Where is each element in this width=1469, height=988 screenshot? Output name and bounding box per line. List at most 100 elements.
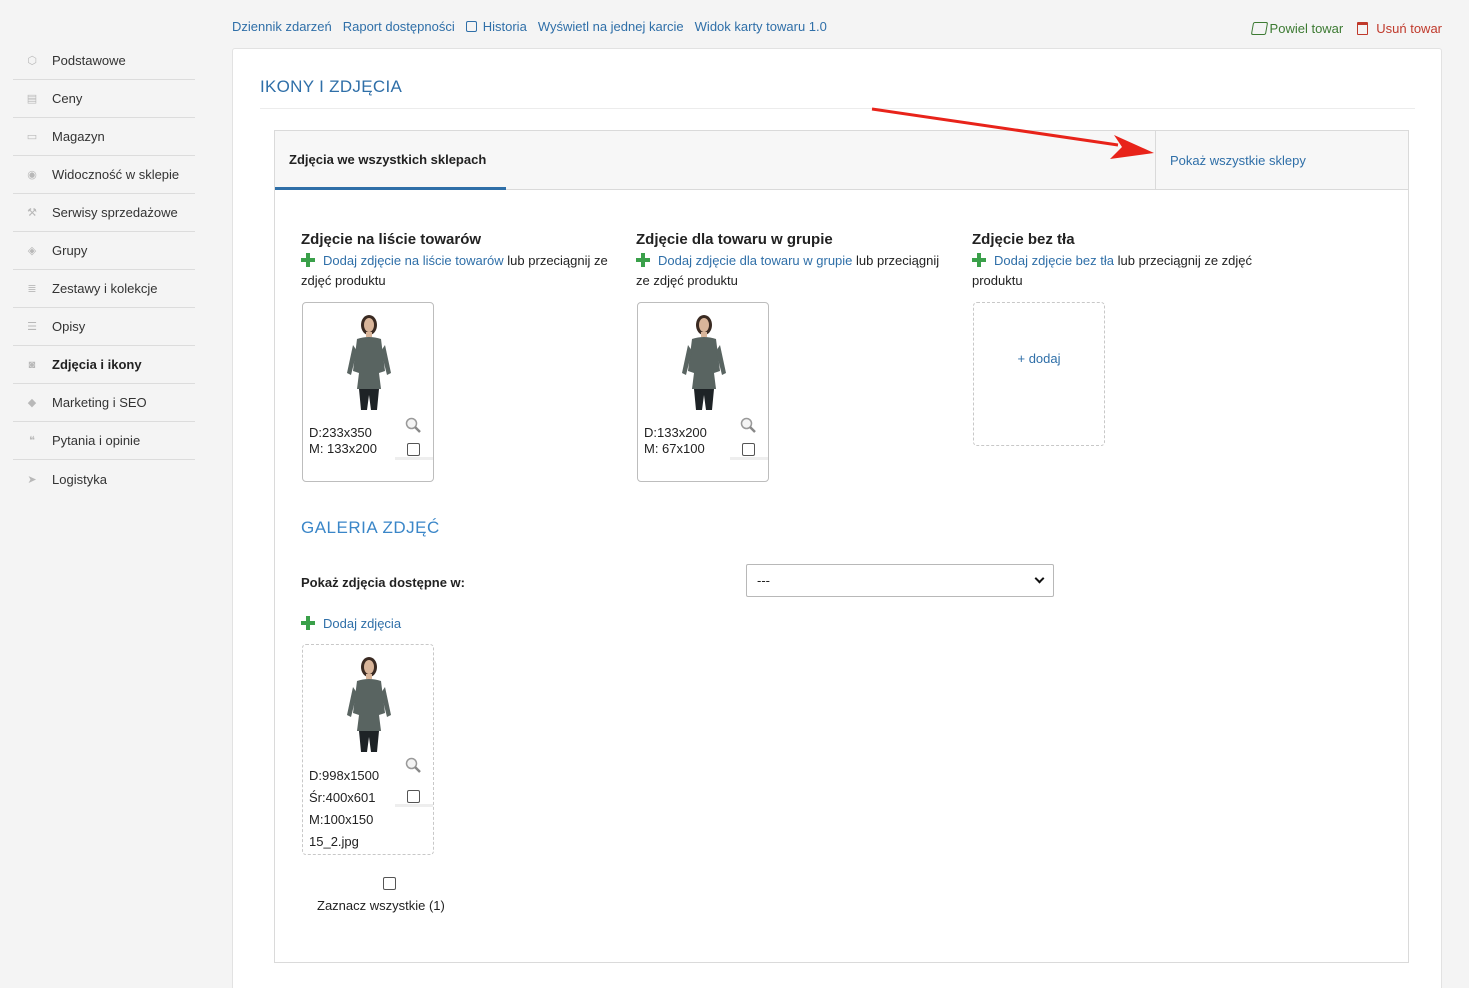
target-link[interactable]: bez tła <box>1076 253 1114 268</box>
target-link[interactable]: na liście towarów <box>405 253 504 268</box>
gallery-photo-thumb[interactable]: D:998x1500 Śr:400x601 M:100x150 15_2.jpg <box>302 644 434 855</box>
drag-hint-2: zdjęć produktu <box>301 273 386 288</box>
section-title: Zdjęcie dla towaru w grupie <box>636 231 833 248</box>
sidebar-item-label: Podstawowe <box>52 53 126 68</box>
trash-icon <box>1357 22 1369 35</box>
sidebar-item-label: Serwisy sprzedażowe <box>52 205 178 220</box>
box-icon: ▭ <box>26 131 38 143</box>
show-all-shops-link[interactable]: Pokaż wszystkie sklepy <box>1155 131 1408 189</box>
dim-d: D:233x350 <box>309 425 372 440</box>
duplicate-product-button[interactable]: Powiel towar <box>1250 21 1344 36</box>
edit-icon <box>465 21 477 32</box>
hammer-icon: ⚒ <box>27 207 37 219</box>
sidebar-item-logistyka[interactable]: ➤ Logistyka <box>13 460 195 498</box>
zoom-icon[interactable] <box>405 417 421 433</box>
add-photos-label: Dodaj zdjęcia <box>323 616 402 631</box>
list-photo-thumb[interactable]: D:233x350 M: 133x200 <box>302 302 434 482</box>
product-photo <box>347 657 391 752</box>
sidebar-item-label: Marketing i SEO <box>52 395 147 410</box>
section-title: Zdjęcie na liście towarów <box>301 231 482 248</box>
sidebar: ⬡ Podstawowe ▤ Ceny ▭ Magazyn ◉ Widoczność w… <box>13 42 195 498</box>
target-link[interactable]: dla towaru w grupie <box>740 253 853 268</box>
zoom-icon[interactable] <box>740 417 756 433</box>
dim-m: M: 133x200 <box>309 441 377 456</box>
add-photo-line: Dodaj zdjęcie dla towaru w grupie lub pr… <box>636 251 966 271</box>
photo-dimensions: D:233x350 M: 133x200 <box>309 425 377 457</box>
product-actions: Powiel towar Usuń towar <box>1250 21 1442 36</box>
camera-icon: ◙ <box>28 358 36 371</box>
sidebar-item-label: Opisy <box>52 319 86 334</box>
group-photo-thumb[interactable]: D:133x200 M: 67x100 <box>637 302 769 482</box>
sidebar-item-label: Magazyn <box>52 129 105 144</box>
paper-plane-icon: ➤ <box>27 473 37 486</box>
sidebar-item-zdjecia[interactable]: ◙ Zdjęcia i ikony <box>13 346 195 384</box>
dim-m: M: 67x100 <box>644 441 705 456</box>
plus-icon <box>301 616 315 630</box>
sidebar-item-pytania[interactable]: ❝ Pytania i opinie <box>13 422 195 460</box>
photo-dimensions: D:998x1500 Śr:400x601 M:100x150 15_2.jpg <box>309 765 379 853</box>
add-photo-dropzone[interactable]: + dodaj <box>973 302 1105 446</box>
history-label: Historia <box>482 19 527 34</box>
sidebar-item-label: Ceny <box>52 91 83 106</box>
shop-tabs: Zdjęcia we wszystkich sklepach Pokaż wsz… <box>275 131 1408 190</box>
layers-icon: ◈ <box>27 245 37 257</box>
images-panel: Zdjęcia we wszystkich sklepach Pokaż wsz… <box>274 130 1409 963</box>
show-photos-label: Pokaż zdjęcia dostępne w: <box>301 575 465 590</box>
add-photo-link[interactable]: Dodaj zdjęcie <box>658 253 736 268</box>
drag-hint: lub przeciągnij <box>856 253 940 268</box>
sidebar-item-opisy[interactable]: ☰ Opisy <box>13 308 195 346</box>
zoom-icon[interactable] <box>405 757 421 773</box>
stack-icon: ≣ <box>27 283 37 295</box>
history-link[interactable]: Historia <box>465 19 527 34</box>
duplicate-label: Powiel towar <box>1269 21 1344 36</box>
add-photo-line: Dodaj zdjęcie bez tła lub przeciągnij ze… <box>972 251 1302 271</box>
select-all-checkbox[interactable] <box>383 877 396 890</box>
sidebar-item-grupy[interactable]: ◈ Grupy <box>13 232 195 270</box>
plus-icon <box>301 253 315 267</box>
single-card-link[interactable]: Wyświetl na jednej karcie <box>538 19 684 34</box>
sidebar-item-label: Zdjęcia i ikony <box>52 357 142 372</box>
delete-product-button[interactable]: Usuń towar <box>1357 21 1442 36</box>
sidebar-item-label: Logistyka <box>52 471 107 487</box>
sidebar-item-label: Grupy <box>52 243 88 258</box>
drag-hint: lub przeciągnij ze zdjęć <box>1117 253 1253 268</box>
plus-icon <box>636 253 650 267</box>
sidebar-item-widocznosc[interactable]: ◉ Widoczność w sklepie <box>13 156 195 194</box>
checkbox-shadow <box>730 457 768 460</box>
product-photo <box>682 315 726 410</box>
sidebar-item-magazyn[interactable]: ▭ Magazyn <box>13 118 195 156</box>
drag-hint-2: produktu <box>972 273 1023 288</box>
text-icon: ☰ <box>27 321 37 333</box>
drag-hint: lub przeciągnij ze <box>507 253 608 268</box>
dim-m: M:100x150 <box>309 812 374 827</box>
photo-dimensions: D:133x200 M: 67x100 <box>644 425 707 457</box>
card-view-link[interactable]: Widok karty towaru 1.0 <box>695 19 827 34</box>
dim-d: D:998x1500 <box>309 768 380 783</box>
list-photo-section: Zdjęcie na liście towarów Dodaj zdjęcie … <box>301 231 631 291</box>
tab-all-shops-photos[interactable]: Zdjęcia we wszystkich sklepach <box>275 131 506 190</box>
photo-checkbox[interactable] <box>407 790 420 803</box>
add-photo-link[interactable]: Dodaj zdjęcie <box>994 253 1072 268</box>
shop-select[interactable]: --- <box>746 564 1054 597</box>
add-photos-button[interactable]: Dodaj zdjęcia <box>301 614 401 631</box>
availability-report-link[interactable]: Raport dostępności <box>343 19 455 34</box>
page-title: IKONY I ZDJĘCIA <box>260 77 403 96</box>
eye-icon: ◉ <box>27 169 37 181</box>
sidebar-item-serwisy[interactable]: ⚒ Serwisy sprzedażowe <box>13 194 195 232</box>
top-nav: Dziennik zdarzeń Raport dostępności Hist… <box>232 19 827 34</box>
photo-checkbox[interactable] <box>407 443 420 456</box>
dim-d: D:133x200 <box>644 425 707 440</box>
sidebar-item-marketing[interactable]: ◆ Marketing i SEO <box>13 384 195 422</box>
add-photo-link[interactable]: Dodaj zdjęcie <box>323 253 401 268</box>
no-background-section: Zdjęcie bez tła Dodaj zdjęcie bez tła lu… <box>972 231 1302 291</box>
tag-icon: ◆ <box>27 397 37 409</box>
sidebar-item-label: Widoczność w sklepie <box>52 167 180 182</box>
sidebar-item-ceny[interactable]: ▤ Ceny <box>13 80 195 118</box>
photo-checkbox[interactable] <box>742 443 755 456</box>
drag-hint-2: ze zdjęć produktu <box>636 273 738 288</box>
coins-icon: ▤ <box>26 93 38 105</box>
sidebar-item-podstawowe[interactable]: ⬡ Podstawowe <box>13 42 195 80</box>
sidebar-item-zestawy[interactable]: ≣ Zestawy i kolekcje <box>13 270 195 308</box>
events-log-link[interactable]: Dziennik zdarzeń <box>232 19 332 34</box>
delete-label: Usuń towar <box>1376 21 1442 36</box>
